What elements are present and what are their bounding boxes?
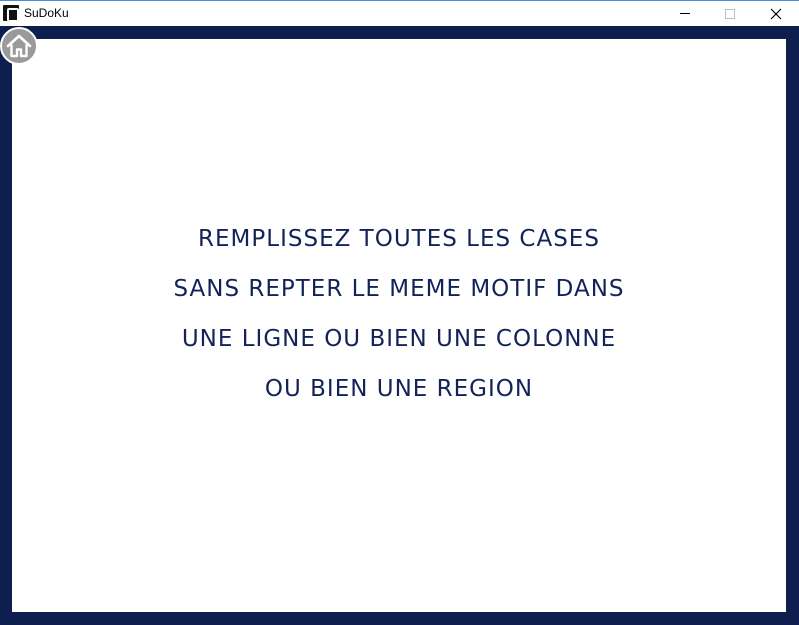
rules-line-2: SANS REPTER LE MEME MOTIF DANS: [173, 276, 625, 302]
rules-line-1: REMPLISSEZ TOUTES LES CASES: [198, 226, 600, 252]
close-icon: [770, 8, 782, 19]
window-title: SuDoKu: [24, 6, 69, 20]
rules-line-3: UNE LIGNE OU BIEN UNE COLONNE: [181, 326, 617, 352]
rules-text: REMPLISSEZ TOUTES LES CASES SANS REPTER …: [12, 218, 786, 418]
app-window: SuDoKu REMPLISSEZ TOUTES LES CASES SANS …: [0, 0, 799, 625]
home-button[interactable]: [0, 27, 38, 65]
close-button[interactable]: [753, 1, 799, 26]
sudoku-app-icon: [3, 5, 19, 22]
minimize-button[interactable]: [662, 1, 708, 26]
maximize-button[interactable]: [707, 1, 753, 26]
maximize-icon: [725, 8, 735, 19]
home-icon: [6, 34, 32, 58]
rules-line-4: OU BIEN UNE REGION: [264, 376, 534, 402]
title-bar[interactable]: SuDoKu: [0, 0, 799, 26]
minimize-icon: [680, 13, 690, 14]
